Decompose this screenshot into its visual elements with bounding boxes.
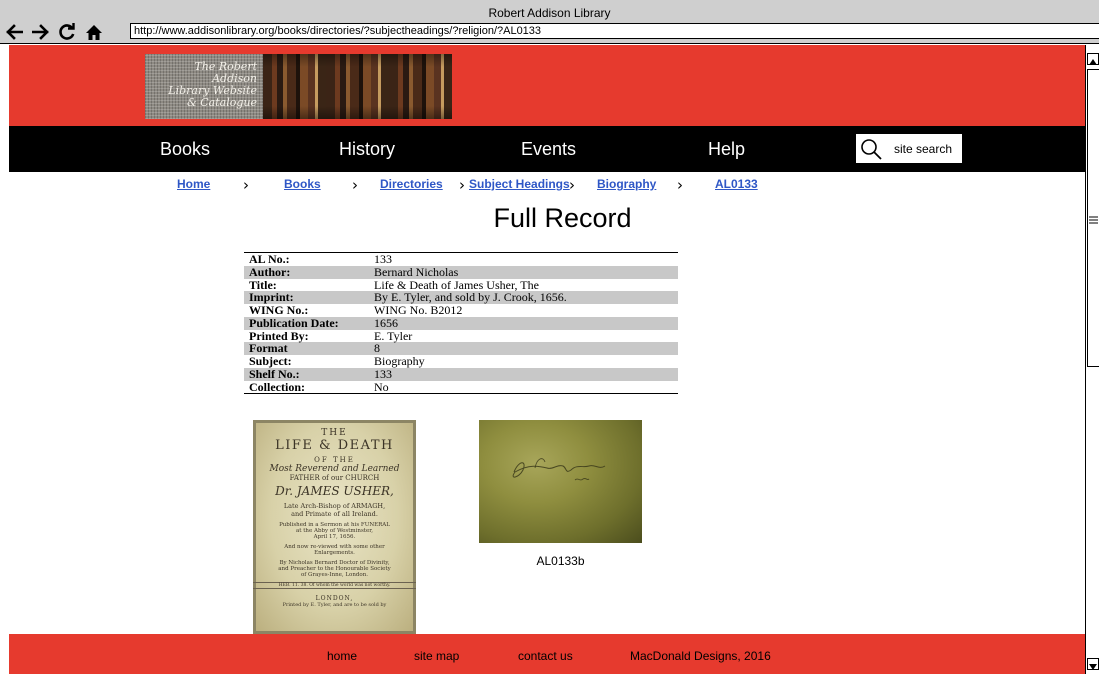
chevron-right-icon: › [243,176,249,194]
title-page-line: Most Reverend and Learned [269,464,400,474]
table-row: Author: Bernard Nicholas [244,264,678,279]
record-key: Author: [249,264,291,279]
title-page-line: Dr. JAMES USHER, [275,484,394,498]
title-page-line: THE [321,428,348,438]
scroll-up-button[interactable] [1087,53,1099,65]
footer-link-home[interactable]: home [327,649,357,663]
footer-link-site-map[interactable]: site map [414,649,459,663]
record-value: 133 [374,366,392,381]
record-value: 133 [374,252,392,266]
nav-item-events[interactable]: Events [521,138,576,160]
title-page-line: LONDON, [315,595,354,602]
breadcrumb-home[interactable]: Home [177,177,210,191]
record-value: Biography [374,354,425,368]
back-button[interactable] [4,22,24,42]
record-key: Subject: [249,354,292,368]
triangle-up-icon [1089,59,1097,65]
record-key: AL No.: [249,252,290,266]
logo-line: The Robert Addison [194,60,257,85]
signature-caption: AL0133b [536,554,585,568]
record-key: Collection: [249,379,305,394]
window-title: Robert Addison Library [488,6,611,20]
site-footer: home site map contact us MacDonald Desig… [9,634,1085,674]
table-row: Collection: No [244,379,678,394]
breadcrumb-subject-headings[interactable]: Subject Headings [469,177,570,191]
nav-item-books[interactable]: Books [160,138,210,160]
browser-chrome: Robert Addison Library http://www.addiso… [0,0,1099,44]
chevron-right-icon: › [459,176,465,194]
signature-image[interactable] [479,420,642,543]
record-value: WING No. B2012 [374,303,463,317]
signature-scribble [512,458,606,481]
title-page-line: and Primate of all Ireland. [291,510,378,518]
logo-books-image [263,54,452,119]
table-row: Shelf No.: 133 [244,366,678,381]
main-nav: Books History Events Help site search [9,126,1085,172]
record-key: Publication Date: [249,315,339,330]
table-row: Format 8 [244,342,678,355]
table-row: Subject: Biography [244,355,678,368]
nav-item-help[interactable]: Help [708,138,745,160]
title-page-line: LIFE & DEATH [275,438,394,453]
reload-icon [59,23,75,40]
url-bar[interactable]: http://www.addisonlibrary.org/books/dire… [130,23,1099,39]
title-page-line: FATHER of our CHURCH [289,474,380,482]
chevron-right-icon: › [352,176,358,194]
breadcrumb-biography[interactable]: Biography [597,177,656,191]
title-page-line: HEB. 11. 38. Of whom the world was not w… [253,582,416,589]
triangle-down-icon [1089,664,1097,670]
record-value: E. Tyler [374,328,413,343]
title-page-line: Printed by E. Tyler, and are to be sold … [282,602,387,608]
record-value: 1656 [374,315,398,330]
record-table: AL No.: 133 Author: Bernard Nicholas Title… [244,252,678,395]
table-row: Publication Date: 1656 [244,315,678,330]
forward-button[interactable] [31,22,51,42]
site-header: The Robert Addison Library Website & Cat… [9,45,1085,126]
footer-link-contact-us[interactable]: contact us [518,649,573,663]
reload-button[interactable] [57,22,77,42]
vertical-scrollbar[interactable] [1085,45,1099,674]
nav-item-history[interactable]: History [339,138,395,160]
footer-credit: MacDonald Designs, 2016 [630,649,771,663]
breadcrumb-al0133[interactable]: AL0133 [715,177,758,191]
title-page-line: Enlargements. [314,550,355,556]
home-button[interactable] [84,22,104,42]
home-icon [86,24,102,40]
search-icon [861,138,882,160]
title-page-line: OF THE [314,456,355,464]
scrollbar-thumb[interactable] [1087,69,1099,367]
search-placeholder: site search [894,141,953,156]
title-page-image[interactable]: THE LIFE & DEATH OF THE Most Reverend an… [253,420,416,634]
title-page-line: of Grayes-Inne, London. [300,572,369,578]
breadcrumb-directories[interactable]: Directories [380,177,443,191]
scroll-down-button[interactable] [1087,658,1099,670]
title-page-line: Late Arch-Bishop of ARMAGH, [283,502,386,510]
logo-text: The Robert Addison Library Website & Cat… [145,54,263,119]
site-logo[interactable]: The Robert Addison Library Website & Cat… [145,54,452,119]
table-row: Printed By: E. Tyler [244,328,678,343]
grip-icon [1089,216,1098,224]
table-row: AL No.: 133 [244,253,678,266]
site-search-input[interactable]: site search [856,134,962,163]
arrow-left-icon [6,24,23,40]
record-value: Bernard Nicholas [374,264,459,279]
record-key: Shelf No.: [249,366,300,381]
record-value: No [374,379,389,394]
chevron-right-icon: › [677,176,683,194]
arrow-right-icon [32,24,49,40]
chevron-right-icon: › [569,176,575,194]
record-key: WING No.: [249,303,309,317]
logo-line: & Catalogue [186,96,257,109]
title-page-line: April 17, 1656. [313,534,356,540]
page-title: Full Record [493,203,632,233]
breadcrumb-books[interactable]: Books [284,177,321,191]
table-row: WING No.: WING No. B2012 [244,304,678,317]
